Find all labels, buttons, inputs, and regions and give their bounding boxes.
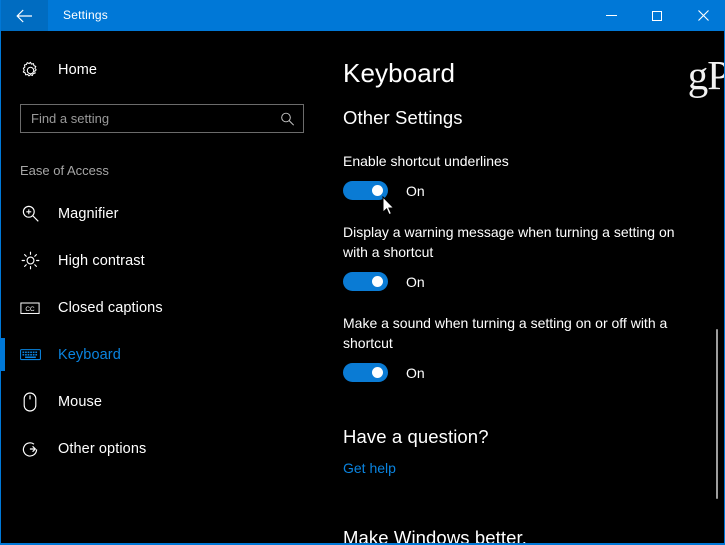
page-title: Keyboard [343, 58, 456, 88]
back-button[interactable] [1, 0, 48, 31]
sidebar-item-label: High contrast [58, 252, 145, 269]
setting-toggle-row: On [343, 181, 724, 200]
sidebar-home-label: Home [58, 62, 98, 78]
sidebar-item-other-options[interactable]: Other options [2, 425, 327, 472]
sidebar-item-label: Other options [58, 440, 147, 457]
setting-display-warning-message: Display a warning message when turning a… [327, 222, 724, 291]
minimize-icon [605, 15, 617, 16]
settings-window: Settings Home Find a setting Ease of Acc… [0, 0, 725, 545]
setting-label: Enable shortcut underlines [343, 153, 509, 169]
gear-icon [19, 61, 41, 80]
sidebar-item-label: Magnifier [58, 205, 119, 222]
feedback-section-title: Make Windows better. [343, 527, 527, 543]
close-button[interactable] [680, 0, 724, 31]
sidebar-item-magnifier[interactable]: Magnifier [2, 190, 327, 237]
setting-label: Display a warning message when turning a… [343, 224, 675, 260]
toggle-state-label: On [406, 182, 425, 199]
setting-make-a-sound: Make a sound when turning a setting on o… [327, 313, 724, 382]
sidebar-item-home[interactable]: Home [2, 53, 327, 87]
brightness-icon [19, 251, 41, 270]
search-box[interactable] [20, 104, 304, 133]
setting-toggle-row: On [343, 363, 724, 382]
watermark: gP [687, 52, 725, 98]
sidebar-item-keyboard[interactable]: Keyboard [1, 331, 327, 378]
sidebar: Home Ease of Access [1, 31, 327, 543]
sidebar-item-label: Keyboard [58, 346, 121, 363]
title-bar: Settings [1, 0, 724, 31]
toggle-switch[interactable] [343, 181, 388, 200]
toggle-knob [372, 185, 383, 196]
toggle-knob [372, 276, 383, 287]
maximize-button[interactable] [634, 0, 680, 31]
help-section-title: Have a question? [343, 426, 489, 447]
sidebar-item-label: Mouse [58, 393, 103, 410]
section-title: Other Settings [343, 107, 463, 128]
window-title: Settings [63, 8, 108, 22]
svg-text:CC: CC [25, 306, 35, 313]
search-input[interactable] [21, 105, 303, 132]
toggle-state-label: On [406, 364, 425, 381]
sidebar-nav-list: Magnifier High contrast CC Closed captio… [1, 190, 327, 472]
keyboard-icon [19, 347, 41, 362]
sidebar-item-mouse[interactable]: Mouse [2, 378, 327, 425]
toggle-switch[interactable] [343, 363, 388, 382]
mouse-icon [19, 391, 41, 412]
get-help-link[interactable]: Get help [343, 460, 396, 476]
setting-enable-shortcut-underlines: Enable shortcut underlines On [327, 151, 724, 200]
sidebar-item-closed-captions[interactable]: CC Closed captions [2, 284, 327, 331]
toggle-switch[interactable] [343, 272, 388, 291]
sidebar-item-label: Closed captions [58, 299, 163, 316]
minimize-button[interactable] [588, 0, 634, 31]
setting-toggle-row: On [343, 272, 724, 291]
toggle-state-label: On [406, 273, 425, 290]
other-options-icon [19, 439, 41, 459]
window-controls [588, 0, 724, 31]
scrollbar-thumb[interactable] [716, 329, 718, 499]
setting-label: Make a sound when turning a setting on o… [343, 315, 668, 351]
magnifier-icon [19, 204, 41, 223]
maximize-icon [652, 10, 662, 21]
back-arrow-icon [16, 9, 33, 23]
closed-captions-icon: CC [19, 300, 41, 316]
sidebar-group-label: Ease of Access [20, 163, 109, 178]
toggle-knob [372, 367, 383, 378]
main-content: gP Keyboard Other Settings Enable shortc… [327, 31, 725, 543]
sidebar-item-high-contrast[interactable]: High contrast [2, 237, 327, 284]
close-icon [697, 10, 709, 21]
content-scrollbar[interactable] [715, 31, 719, 543]
